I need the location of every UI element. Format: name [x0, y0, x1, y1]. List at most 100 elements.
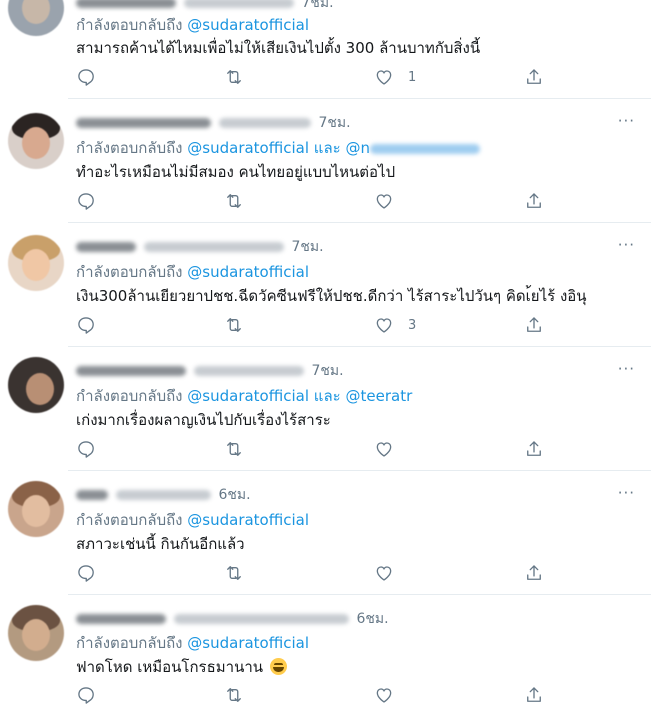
retweet-icon [227, 70, 241, 84]
avatar[interactable] [8, 113, 64, 169]
like-button[interactable]: 3 [374, 314, 416, 336]
like-count: 3 [408, 317, 417, 333]
more-options-button[interactable]: ··· [618, 484, 635, 502]
avatar[interactable] [8, 605, 64, 661]
user-name-blurred[interactable] [76, 614, 166, 624]
share-button[interactable] [524, 314, 544, 336]
action-bar: 3 [76, 314, 546, 336]
retweet-icon [227, 318, 241, 332]
like-button[interactable] [374, 684, 408, 706]
mention-link[interactable]: @sudaratofficial [187, 263, 309, 281]
action-bar [76, 438, 546, 460]
user-name-blurred[interactable] [76, 366, 186, 376]
user-handle-blurred[interactable] [174, 614, 349, 624]
share-button[interactable] [524, 190, 544, 212]
like-button[interactable]: 1 [374, 66, 416, 88]
like-button[interactable] [374, 190, 408, 212]
avatar[interactable] [8, 235, 64, 291]
replying-label: กำลังตอบกลับถึง [76, 387, 183, 405]
retweet-button[interactable] [224, 684, 244, 706]
avatar[interactable] [8, 481, 64, 537]
replying-to: กำลังตอบกลับถึง @sudaratofficial [76, 631, 309, 655]
reply-button[interactable] [76, 190, 96, 212]
share-button[interactable] [524, 684, 544, 706]
user-name-blurred[interactable] [76, 0, 176, 8]
user-handle-blurred[interactable] [219, 118, 311, 128]
laughing-emoji-icon [269, 658, 287, 675]
mention-link[interactable]: @sudaratofficial [187, 387, 309, 405]
reply-icon [78, 687, 94, 704]
retweet-button[interactable] [224, 66, 244, 88]
reply-button[interactable] [76, 562, 96, 584]
retweet-button[interactable] [224, 562, 244, 584]
timestamp[interactable]: 7ชม. [318, 112, 350, 134]
retweet-icon [227, 194, 241, 208]
share-icon [527, 565, 541, 580]
reply-tweet[interactable]: 7ชม. ··· กำลังตอบกลับถึง @sudaratofficia… [0, 99, 651, 222]
timestamp[interactable]: 7ชม. [291, 236, 323, 258]
replying-label: กำลังตอบกลับถึง [76, 263, 183, 281]
timestamp[interactable]: 6ชม. [218, 484, 250, 506]
mention-link[interactable]: @sudaratofficial [187, 511, 309, 529]
user-name-blurred[interactable] [76, 490, 108, 500]
timestamp[interactable]: 7ชม. [301, 0, 333, 14]
avatar[interactable] [8, 0, 64, 36]
share-icon [527, 69, 541, 84]
tweet-text: ทำอะไรเหมือนไม่มีสมอง คนไทยอยู่แบบไหนต่อ… [76, 163, 396, 181]
tweet-text: ฟาดโหด เหมือนโกรธมานาน [76, 655, 287, 679]
like-button[interactable] [374, 438, 408, 460]
second-mention-link[interactable]: @teeratr [346, 387, 413, 405]
reply-icon [78, 441, 94, 458]
reply-button[interactable] [76, 684, 96, 706]
replying-label: กำลังตอบกลับถึง [76, 634, 183, 652]
reply-tweet[interactable]: 6ชม. ··· กำลังตอบกลับถึง @sudaratofficia… [0, 471, 651, 594]
timestamp[interactable]: 7ชม. [311, 360, 343, 382]
reply-tweet[interactable]: 6ชม. กำลังตอบกลับถึง @sudaratofficial ฟา… [0, 595, 651, 706]
reply-tweet[interactable]: 7ชม. ··· กำลังตอบกลับถึง @sudaratofficia… [0, 347, 651, 470]
like-count: 1 [408, 69, 417, 85]
reply-icon [78, 69, 94, 86]
timestamp[interactable]: 6ชม. [356, 608, 388, 630]
tweet-header: 6ชม. [76, 484, 251, 504]
reply-icon [78, 565, 94, 582]
share-button[interactable] [524, 66, 544, 88]
share-button[interactable] [524, 438, 544, 460]
reply-button[interactable] [76, 314, 96, 336]
retweet-button[interactable] [224, 190, 244, 212]
like-button[interactable] [374, 562, 408, 584]
share-button[interactable] [524, 562, 544, 584]
user-handle-blurred[interactable] [194, 366, 304, 376]
replying-label: กำลังตอบกลับถึง [76, 511, 183, 529]
reply-button[interactable] [76, 438, 96, 460]
user-handle-blurred[interactable] [144, 242, 284, 252]
reply-button[interactable] [76, 66, 96, 88]
mention-link[interactable]: @sudaratofficial [187, 16, 309, 34]
replying-to: กำลังตอบกลับถึง @sudaratofficial [76, 508, 309, 532]
more-options-button[interactable]: ··· [618, 236, 635, 254]
retweet-icon [227, 688, 241, 702]
share-icon [527, 441, 541, 456]
retweet-button[interactable] [224, 314, 244, 336]
user-name-blurred[interactable] [76, 242, 136, 252]
user-name-blurred[interactable] [76, 118, 211, 128]
second-mention-link[interactable]: @n [346, 139, 371, 157]
tweet-text: เก่งมากเรื่องผลาญเงินไปกับเรื่องไร้สาระ [76, 411, 331, 429]
mention-link[interactable]: @sudaratofficial [187, 139, 309, 157]
tweet-header: 7ชม. [76, 360, 344, 380]
more-options-button[interactable]: ··· [618, 112, 635, 130]
share-icon [527, 193, 541, 208]
user-handle-blurred[interactable] [116, 490, 211, 500]
action-bar: 1 [76, 66, 546, 88]
reply-tweet[interactable]: 7ชม. กำลังตอบกลับถึง @sudaratofficial สา… [0, 0, 651, 98]
and-label: และ [313, 387, 341, 405]
more-options-button[interactable]: ··· [618, 360, 635, 378]
avatar[interactable] [8, 357, 64, 413]
mention-link[interactable]: @sudaratofficial [187, 634, 309, 652]
reply-icon [78, 193, 94, 210]
like-icon [376, 566, 392, 581]
reply-tweet[interactable]: 7ชม. ··· กำลังตอบกลับถึง @sudaratofficia… [0, 223, 651, 346]
retweet-button[interactable] [224, 438, 244, 460]
user-handle-blurred[interactable] [184, 0, 294, 8]
retweet-icon [227, 442, 241, 456]
tweet-header: 7ชม. [76, 0, 334, 12]
